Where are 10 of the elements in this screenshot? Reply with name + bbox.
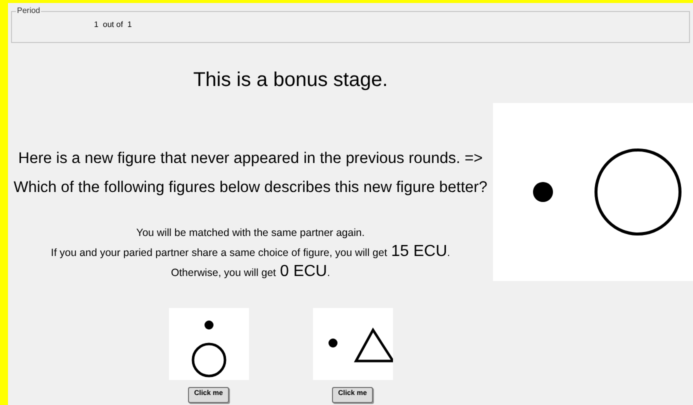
question-text: Here is a new figure that never appeared in the previous rounds. => (18, 149, 483, 169)
info-text: If you and your paried partner share a same choice of figure, you will get 15 ECU. (50, 242, 450, 262)
dot-and-circle-drawing (191, 320, 226, 377)
question-text: Which of the following figures below describes this new figure better? (14, 178, 488, 198)
stage-title: This is a bonus stage. (193, 68, 388, 93)
dot-and-triangle-drawing (328, 327, 392, 362)
period-value: 1 out of 1 (94, 19, 133, 31)
info-text: You will be matched with the same partner again. (136, 226, 365, 241)
info-text: Otherwise, you will get 0 ECU. (170, 262, 330, 282)
period-label: Period (16, 5, 42, 17)
